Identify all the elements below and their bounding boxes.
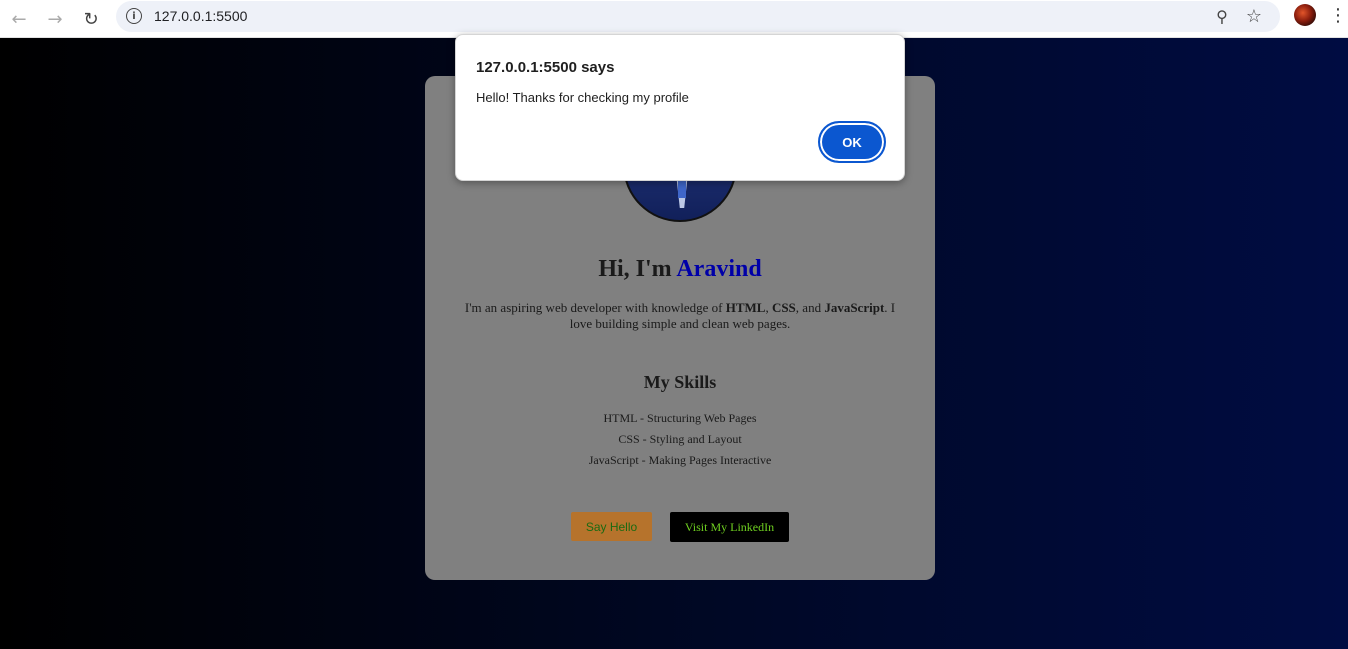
say-hello-button[interactable]: Say Hello <box>571 512 652 541</box>
alert-dialog: 127.0.0.1:5500 says Hello! Thanks for ch… <box>455 34 905 181</box>
skills-title: My Skills <box>643 372 717 392</box>
address-bar[interactable]: i 127.0.0.1:5500 ⚲ ☆ <box>116 1 1280 32</box>
heading-prefix: Hi, I'm <box>598 256 677 282</box>
forward-arrow-icon[interactable]: → <box>40 4 70 34</box>
dialog-message: Hello! Thanks for checking my profile <box>476 90 689 105</box>
linkedin-button[interactable]: Visit My LinkedIn <box>670 512 789 542</box>
skills-list: HTML - Structuring Web Pages CSS - Styli… <box>425 408 935 471</box>
info-icon[interactable]: i <box>126 8 142 24</box>
back-arrow-icon[interactable]: ← <box>4 4 34 34</box>
browser-toolbar: ← → ↻ i 127.0.0.1:5500 ⚲ ☆ ⋮ <box>0 0 1348 38</box>
page-title: Hi, I'm Aravind <box>425 256 935 283</box>
intro-css: CSS <box>771 300 796 315</box>
reload-icon[interactable]: ↻ <box>76 4 106 34</box>
intro-sep-2: , and <box>795 300 825 315</box>
dialog-title: 127.0.0.1:5500 says <box>476 59 615 76</box>
star-icon[interactable]: ☆ <box>1244 6 1264 27</box>
intro-html: HTML <box>725 300 766 315</box>
intro-start: I'm an aspiring web developer with knowl… <box>464 300 726 315</box>
zoom-icon[interactable]: ⚲ <box>1212 6 1232 26</box>
intro-text: I'm an aspiring web developer with knowl… <box>455 300 905 332</box>
skill-item: HTML - Structuring Web Pages <box>603 411 757 425</box>
skill-item: JavaScript - Making Pages Interactive <box>588 453 772 467</box>
intro-js: JavaScript <box>824 300 885 315</box>
ok-button[interactable]: OK <box>818 121 886 163</box>
url-text[interactable]: 127.0.0.1:5500 <box>154 8 247 24</box>
skill-item: CSS - Styling and Layout <box>618 432 742 446</box>
kebab-menu-icon[interactable]: ⋮ <box>1329 4 1347 26</box>
profile-name: Aravind <box>676 256 762 282</box>
avatar[interactable] <box>1294 4 1316 26</box>
